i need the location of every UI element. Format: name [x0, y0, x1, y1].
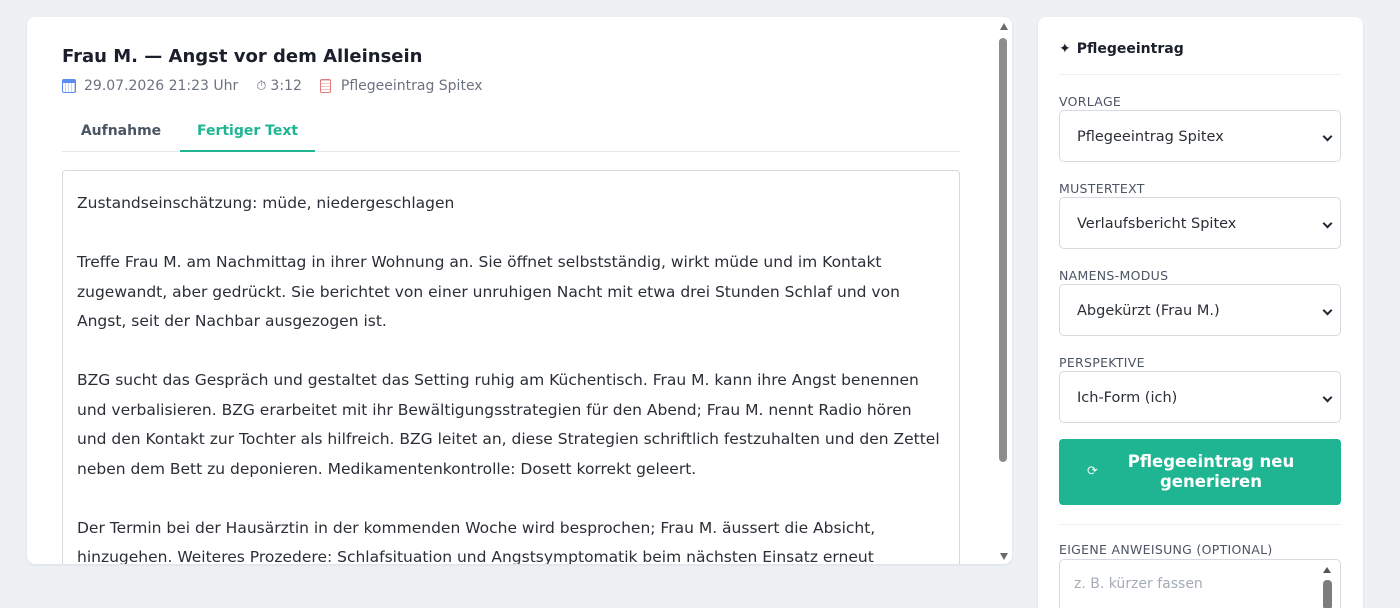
entry-content: Frau M. — Angst vor dem Alleinsein 29.07…	[62, 17, 960, 564]
perspektive-label: PERSPEKTIVE	[1059, 355, 1145, 370]
chevron-down-icon	[1322, 392, 1333, 403]
regenerate-button-label: Pflegeeintrag neu generieren	[1127, 452, 1295, 491]
custom-instruction-placeholder: z. B. kürzer fassen	[1074, 576, 1203, 592]
custom-instruction-input[interactable]: z. B. kürzer fassen	[1059, 559, 1341, 608]
scroll-thumb[interactable]	[1323, 580, 1332, 608]
calendar-icon	[62, 79, 76, 93]
vorlage-value: Pflegeeintrag Spitex	[1077, 129, 1224, 145]
entry-duration: ⏱ 3:12	[256, 78, 302, 94]
chevron-down-icon	[1322, 131, 1333, 142]
tab-bar: Aufnahme Fertiger Text	[62, 114, 960, 152]
namens-modus-value: Abgekürzt (Frau M.)	[1077, 303, 1220, 319]
text-paragraph: BZG sucht das Gespräch und gestaltet das…	[77, 371, 940, 478]
scroll-up-arrow-icon[interactable]	[1323, 567, 1331, 573]
entry-template: Pflegeeintrag Spitex	[319, 78, 483, 94]
mustertext-value: Verlaufsbericht Spitex	[1077, 216, 1237, 232]
perspektive-value: Ich-Form (ich)	[1077, 390, 1178, 406]
scroll-down-arrow-icon[interactable]	[1000, 553, 1008, 560]
entry-template-text: Pflegeeintrag Spitex	[340, 78, 483, 94]
entry-title: Frau M. — Angst vor dem Alleinsein	[62, 46, 423, 67]
refresh-icon: ⟳	[1087, 464, 1098, 479]
text-paragraph: Zustandseinschätzung: müde, niedergeschl…	[77, 194, 455, 212]
scroll-up-arrow-icon[interactable]	[1000, 23, 1008, 30]
divider	[1059, 524, 1341, 525]
tab-aufnahme[interactable]: Aufnahme	[62, 114, 180, 152]
text-paragraph: Der Termin bei der Hausärztin in der kom…	[77, 518, 876, 565]
final-text-area[interactable]: Zustandseinschätzung: müde, niedergeschl…	[62, 170, 960, 564]
regenerate-button[interactable]: ⟳ Pflegeeintrag neu generieren	[1059, 439, 1341, 505]
vorlage-select[interactable]: Pflegeeintrag Spitex	[1059, 110, 1341, 162]
main-scrollbar[interactable]	[997, 17, 1011, 564]
mustertext-select[interactable]: Verlaufsbericht Spitex	[1059, 197, 1341, 249]
sparkle-icon: ✦	[1059, 41, 1071, 57]
namens-modus-select[interactable]: Abgekürzt (Frau M.)	[1059, 284, 1341, 336]
tab-fertiger-text[interactable]: Fertiger Text	[180, 114, 315, 152]
mustertext-label: MUSTERTEXT	[1059, 181, 1145, 196]
text-paragraph: Treffe Frau M. am Nachmittag in ihrer Wo…	[77, 253, 900, 330]
entry-date-text: 29.07.2026 21:23 Uhr	[84, 78, 239, 94]
vorlage-label: VORLAGE	[1059, 94, 1122, 109]
panel-title-text: Pflegeeintrag	[1076, 41, 1184, 57]
custom-instruction-label: EIGENE ANWEISUNG (OPTIONAL)	[1059, 542, 1273, 557]
settings-panel: ✦ Pflegeeintrag VORLAGE Pflegeeintrag Spi…	[1038, 17, 1363, 608]
perspektive-select[interactable]: Ich-Form (ich)	[1059, 371, 1341, 423]
scroll-thumb[interactable]	[999, 38, 1007, 462]
chevron-down-icon	[1322, 218, 1333, 229]
entry-duration-text: 3:12	[270, 78, 302, 94]
panel-title: ✦ Pflegeeintrag	[1059, 41, 1184, 57]
divider	[1059, 74, 1341, 75]
chevron-down-icon	[1322, 305, 1333, 316]
namens-modus-label: NAMENS-MODUS	[1059, 268, 1169, 283]
clipboard-icon	[319, 79, 331, 93]
entry-date: 29.07.2026 21:23 Uhr	[62, 78, 238, 94]
entry-card: Frau M. — Angst vor dem Alleinsein 29.07…	[27, 17, 1012, 564]
stopwatch-icon: ⏱	[256, 78, 267, 94]
entry-meta: 29.07.2026 21:23 Uhr ⏱ 3:12 Pflegeeintra…	[62, 77, 501, 95]
